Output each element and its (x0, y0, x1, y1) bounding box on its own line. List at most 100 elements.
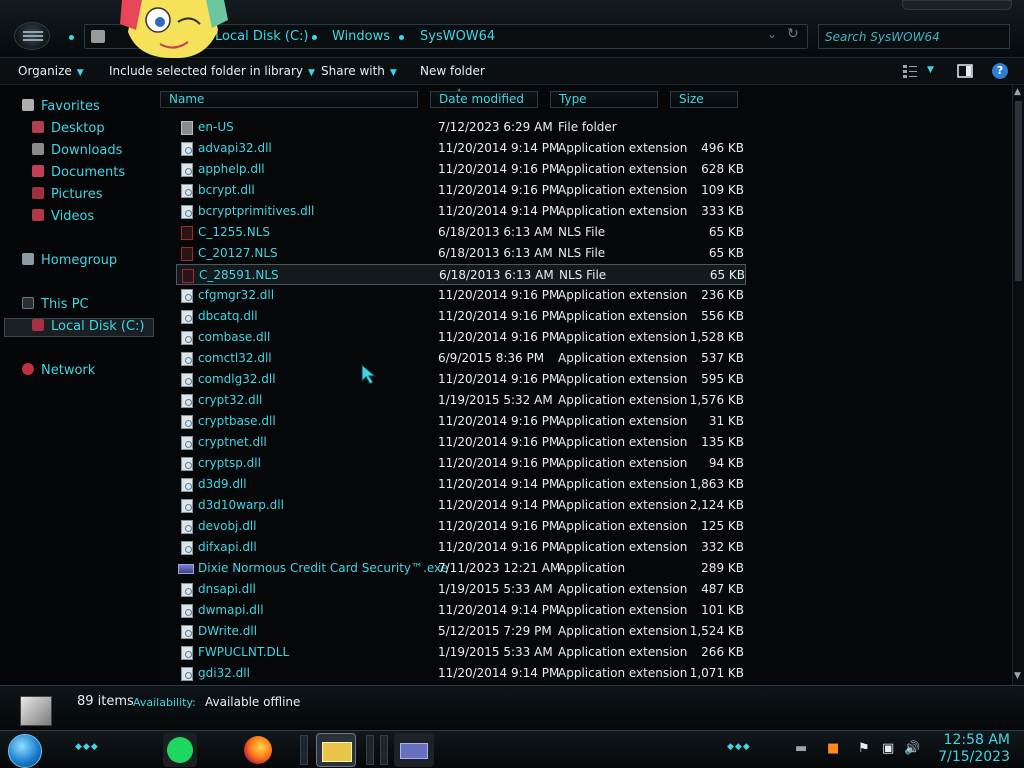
file-name: FWPUCLNT.DLL (198, 645, 290, 659)
vertical-scrollbar[interactable]: ▲ ▼ (1012, 85, 1024, 685)
file-row[interactable]: FWPUCLNT.DLL 1/19/2015 5:33 AM Application… (176, 642, 746, 663)
exe-icon (178, 564, 194, 574)
file-row[interactable]: advapi32.dll 11/20/2014 9:14 PM Applicatio… (176, 138, 746, 159)
file-row[interactable]: DWrite.dll 5/12/2015 7:29 PM Application e… (176, 621, 746, 642)
preview-pane-icon[interactable] (957, 63, 973, 79)
column-header-date-modified[interactable]: Date modified (430, 91, 538, 108)
new-folder-button[interactable]: New folder (420, 64, 485, 78)
file-name: bcryptprimitives.dll (198, 204, 315, 218)
file-size: 125 KB (701, 519, 744, 533)
address-history-chevron-icon[interactable]: ⌄ (767, 27, 777, 41)
taskbar-notes-app[interactable] (163, 733, 197, 767)
nav-homegroup[interactable]: Homegroup (22, 252, 117, 270)
nav-documents-label: Documents (51, 165, 126, 180)
taskbar-credit-card-app[interactable] (394, 733, 434, 767)
file-row[interactable]: Dixie Normous Credit Card Security™.exe 7… (176, 558, 746, 579)
file-name: gdi32.dll (198, 666, 250, 680)
scroll-up-icon[interactable]: ▲ (1014, 87, 1021, 97)
breadcrumb-windows[interactable]: Windows (332, 29, 390, 44)
file-row[interactable]: comctl32.dll 6/9/2015 8:36 PM Application … (176, 348, 746, 369)
file-row[interactable]: gdi32.dll 11/20/2014 9:14 PM Application e… (176, 663, 746, 684)
scroll-down-icon[interactable]: ▼ (1014, 671, 1021, 681)
dll-icon (181, 373, 193, 387)
file-row[interactable]: dwmapi.dll 11/20/2014 9:14 PM Application … (176, 600, 746, 621)
file-row[interactable]: d3d9.dll 11/20/2014 9:14 PM Application ex… (176, 474, 746, 495)
file-date-modified: 11/20/2014 9:14 PM (438, 141, 560, 155)
scrollbar-thumb[interactable] (1015, 101, 1022, 281)
file-row[interactable]: cryptbase.dll 11/20/2014 9:16 PM Applicati… (176, 411, 746, 432)
dll-icon (181, 667, 193, 681)
file-row[interactable]: crypt32.dll 1/19/2015 5:32 AM Application … (176, 390, 746, 411)
file-row[interactable]: dnsapi.dll 1/19/2015 5:33 AM Application e… (176, 579, 746, 600)
file-row[interactable]: cryptsp.dll 11/20/2014 9:16 PM Application… (176, 453, 746, 474)
file-row[interactable]: combase.dll 11/20/2014 9:16 PM Application… (176, 327, 746, 348)
file-row[interactable]: cryptnet.dll 11/20/2014 9:16 PM Applicatio… (176, 432, 746, 453)
file-size: 556 KB (701, 309, 744, 323)
file-row[interactable]: comdlg32.dll 11/20/2014 9:16 PM Applicatio… (176, 369, 746, 390)
file-row[interactable]: bcrypt.dll 11/20/2014 9:16 PM Application … (176, 180, 746, 201)
nav-network[interactable]: Network (22, 362, 95, 380)
mouse-cursor-icon (361, 363, 377, 385)
refresh-icon[interactable]: ↻ (787, 26, 799, 42)
file-date-modified: 11/20/2014 9:16 PM (438, 435, 560, 449)
file-row[interactable]: difxapi.dll 11/20/2014 9:16 PM Application… (176, 537, 746, 558)
file-row[interactable]: apphelp.dll 11/20/2014 9:16 PM Application… (176, 159, 746, 180)
organize-button[interactable]: Organize ▼ (18, 64, 84, 78)
folder-icon (91, 30, 105, 43)
breadcrumb-syswow64[interactable]: SysWOW64 (420, 29, 495, 44)
start-button[interactable] (8, 734, 42, 768)
file-row[interactable]: devobj.dll 11/20/2014 9:16 PM Application … (176, 516, 746, 537)
nav-favorites[interactable]: Favorites (22, 98, 100, 116)
taskbar-file-explorer-app[interactable] (316, 733, 356, 767)
dll-icon (181, 205, 193, 219)
file-name: d3d9.dll (198, 477, 247, 491)
pictures-icon (32, 187, 44, 199)
nav-item-videos[interactable]: Videos (32, 208, 94, 226)
show-hidden-icons-icon[interactable]: ▬ (795, 741, 807, 756)
file-row[interactable]: bcryptprimitives.dll 11/20/2014 9:14 PM Ap… (176, 201, 746, 222)
nav-item-pictures[interactable]: Pictures (32, 186, 102, 204)
share-with-button[interactable]: Share with ▼ (321, 64, 397, 78)
file-row[interactable]: dbcatq.dll 11/20/2014 9:16 PM Application … (176, 306, 746, 327)
volume-icon[interactable]: 🔊 (904, 741, 920, 756)
taskbar-firefox-app[interactable] (241, 733, 275, 767)
column-header-name[interactable]: Name (160, 91, 418, 108)
file-row[interactable]: C_28591.NLS 6/18/2013 6:13 AM NLS File 65 K… (176, 264, 746, 285)
search-input[interactable] (818, 24, 1010, 49)
file-size: 333 KB (701, 204, 744, 218)
breadcrumb-separator[interactable] (399, 35, 404, 40)
nav-item-desktop[interactable]: Desktop (32, 120, 105, 138)
network-status-icon[interactable]: ▣ (882, 741, 894, 756)
back-forward-button[interactable] (14, 22, 50, 50)
file-row[interactable]: C_20127.NLS 6/18/2013 6:13 AM NLS File 65 K… (176, 243, 746, 264)
file-row[interactable]: d3d10warp.dll 11/20/2014 9:14 PM Applicati… (176, 495, 746, 516)
column-header-type[interactable]: Type (550, 91, 658, 108)
window-controls-notch (902, 0, 1012, 10)
nav-item-documents[interactable]: Documents (32, 164, 125, 182)
view-chevron-down-icon[interactable]: ▼ (927, 65, 934, 75)
availability-label: Availability: (133, 696, 196, 709)
file-row[interactable]: cfgmgr32.dll 11/20/2014 9:16 PM Applicatio… (176, 285, 746, 306)
column-header-size[interactable]: Size (670, 91, 738, 108)
file-size: 595 KB (701, 372, 744, 386)
drive-icon (32, 319, 44, 331)
file-row[interactable]: en-US 7/12/2023 6:29 AM File folder (176, 117, 746, 138)
view-options-icon[interactable] (902, 63, 918, 79)
file-name: crypt32.dll (198, 393, 263, 407)
file-name: C_20127.NLS (198, 246, 278, 260)
file-row[interactable]: C_1255.NLS 6/18/2013 6:13 AM NLS File 65 KB (176, 222, 746, 243)
recent-locations-dot[interactable] (69, 35, 74, 40)
action-center-flag-icon[interactable]: ⚑ (858, 741, 870, 756)
file-date-modified: 7/12/2023 6:29 AM (438, 120, 553, 134)
chevron-down-icon: ▼ (307, 68, 315, 78)
system-clock[interactable]: 12:58 AM 7/15/2023 (930, 732, 1010, 766)
nav-this-pc[interactable]: This PC (22, 296, 89, 314)
breadcrumb-separator[interactable] (312, 35, 317, 40)
include-in-library-button[interactable]: Include selected folder in library ▼ (109, 64, 315, 78)
taskbar-decor-chevrons-icon: ◆◆◆ (727, 742, 751, 752)
help-icon[interactable]: ? (992, 63, 1008, 79)
tray-app-icon[interactable]: ■ (827, 741, 839, 756)
nav-item-local-disk[interactable]: Local Disk (C:) (32, 318, 144, 336)
file-size: 496 KB (701, 141, 744, 155)
nav-item-downloads[interactable]: Downloads (32, 142, 122, 160)
